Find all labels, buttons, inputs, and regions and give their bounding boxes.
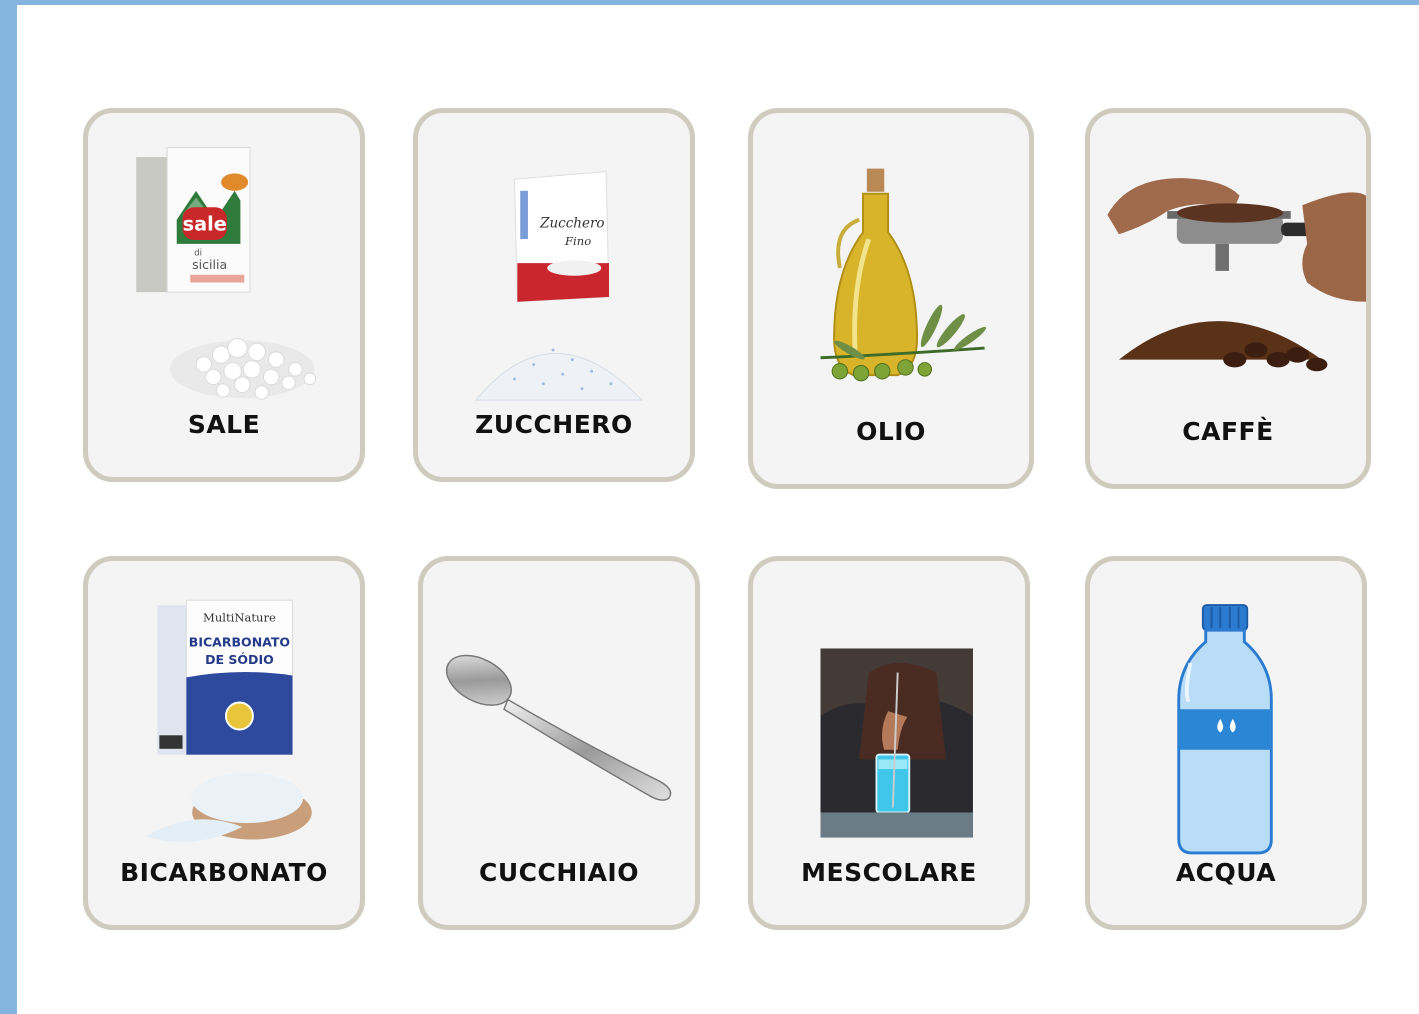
sugar-bag-line1: Zucchero — [539, 215, 604, 231]
card-sale[interactable]: sale di sicilia SALE — [83, 108, 365, 482]
card-zucchero[interactable]: Zucchero Fino ZUCCHERO — [413, 108, 695, 482]
card-acqua[interactable]: ACQUA — [1085, 556, 1367, 930]
card-label: SALE — [187, 410, 261, 439]
card-bicarbonato[interactable]: MultiNature BICARBONATO DE SÓDIO BICARBO… — [83, 556, 365, 930]
page-frame-left — [0, 0, 17, 1014]
sugar-icon: Zucchero Fino — [474, 171, 643, 401]
soda-box-line1: BICARBONATO — [189, 635, 291, 650]
card-label: ACQUA — [1175, 858, 1277, 887]
olive-oil-icon — [820, 168, 987, 382]
card-label: BICARBONATO — [120, 858, 328, 887]
spoon-icon — [445, 654, 672, 801]
stirring-icon — [820, 648, 973, 838]
salt-box-line3: sicilia — [192, 257, 227, 272]
soda-box-line2: DE SÓDIO — [205, 652, 274, 667]
coffee-icon — [1107, 178, 1366, 372]
salt-icon: sale di sicilia — [136, 146, 317, 400]
card-label: ZUCCHERO — [475, 410, 633, 439]
card-cucchiaio[interactable]: CUCCHIAIO — [418, 556, 700, 930]
page-frame-top — [0, 0, 1419, 5]
soda-box-brand: MultiNature — [203, 610, 276, 624]
salt-box-brand: sale — [183, 212, 227, 235]
card-olio[interactable]: OLIO — [748, 108, 1034, 489]
card-label: OLIO — [856, 417, 926, 446]
card-label: CUCCHIAIO — [479, 858, 639, 887]
water-bottle-icon — [1177, 604, 1273, 855]
card-label: MESCOLARE — [801, 858, 977, 887]
card-caffe[interactable]: CAFFÈ — [1085, 108, 1371, 489]
card-mescolare[interactable]: MESCOLARE — [748, 556, 1030, 930]
card-label: CAFFÈ — [1182, 417, 1274, 446]
sugar-bag-line2: Fino — [564, 234, 591, 248]
baking-soda-icon: MultiNature BICARBONATO DE SÓDIO — [145, 599, 312, 842]
